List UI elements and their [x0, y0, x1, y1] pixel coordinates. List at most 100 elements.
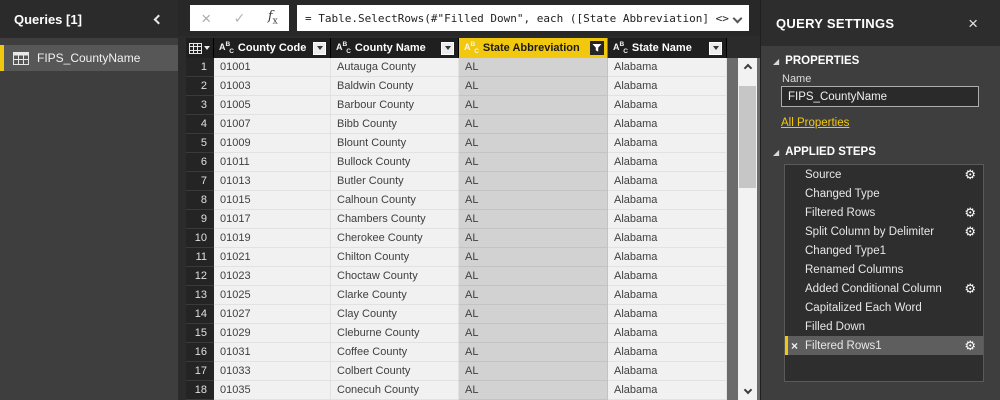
scrollbar-thumb[interactable] — [739, 86, 756, 188]
gear-icon[interactable]: ⚙ — [964, 206, 976, 219]
table-cell-county-code[interactable]: 01021 — [214, 248, 331, 267]
table-cell-county-code[interactable]: 01001 — [214, 58, 331, 77]
gear-icon[interactable]: ⚙ — [964, 282, 976, 295]
table-cell-county-name[interactable]: Calhoun County — [331, 191, 459, 210]
table-cell-state-abbreviation[interactable]: AL — [459, 134, 608, 153]
row-number[interactable]: 5 — [186, 134, 214, 153]
table-cell-state-abbreviation[interactable]: AL — [459, 210, 608, 229]
table-cell-county-name[interactable]: Butler County — [331, 172, 459, 191]
column-header-county-code[interactable]: ABC County Code — [214, 38, 331, 58]
table-cell-county-name[interactable]: Cleburne County — [331, 324, 459, 343]
table-cell-county-code[interactable]: 01023 — [214, 267, 331, 286]
applied-step-filled-down[interactable]: ×Filled Down — [785, 317, 983, 336]
table-cell-state-abbreviation[interactable]: AL — [459, 286, 608, 305]
applied-step-capitalized-each-word[interactable]: ×Capitalized Each Word — [785, 298, 983, 317]
row-number[interactable]: 3 — [186, 96, 214, 115]
row-number[interactable]: 11 — [186, 248, 214, 267]
table-cell-county-code[interactable]: 01005 — [214, 96, 331, 115]
table-cell-county-name[interactable]: Colbert County — [331, 362, 459, 381]
row-number[interactable]: 14 — [186, 305, 214, 324]
table-cell-county-code[interactable]: 01029 — [214, 324, 331, 343]
row-number[interactable]: 17 — [186, 362, 214, 381]
filter-icon[interactable] — [590, 41, 604, 55]
table-cell-state-abbreviation[interactable]: AL — [459, 172, 608, 191]
table-cell-state-abbreviation[interactable]: AL — [459, 115, 608, 134]
query-name-input[interactable] — [781, 86, 979, 107]
table-cell-state-name[interactable]: Alabama — [608, 191, 727, 210]
table-cell-county-code[interactable]: 01027 — [214, 305, 331, 324]
table-cell-state-abbreviation[interactable]: AL — [459, 343, 608, 362]
query-list-item[interactable]: FIPS_CountyName — [0, 45, 178, 71]
scroll-up-button[interactable] — [738, 58, 757, 78]
table-cell-state-name[interactable]: Alabama — [608, 134, 727, 153]
table-cell-state-name[interactable]: Alabama — [608, 210, 727, 229]
applied-steps-section-header[interactable]: ◢ APPLIED STEPS — [773, 146, 876, 158]
table-cell-county-name[interactable]: Coffee County — [331, 343, 459, 362]
formula-input[interactable]: = Table.SelectRows(#"Filled Down", each … — [297, 5, 749, 31]
table-cell-state-name[interactable]: Alabama — [608, 229, 727, 248]
table-cell-state-abbreviation[interactable]: AL — [459, 267, 608, 286]
applied-step-renamed-columns[interactable]: ×Renamed Columns — [785, 260, 983, 279]
gear-icon[interactable]: ⚙ — [964, 168, 976, 181]
table-cell-county-code[interactable]: 01003 — [214, 77, 331, 96]
applied-step-filtered-rows[interactable]: ×Filtered Rows⚙ — [785, 203, 983, 222]
table-cell-state-name[interactable]: Alabama — [608, 324, 727, 343]
gear-icon[interactable]: ⚙ — [964, 339, 976, 352]
row-number[interactable]: 16 — [186, 343, 214, 362]
table-cell-county-name[interactable]: Conecuh County — [331, 381, 459, 400]
row-number[interactable]: 10 — [186, 229, 214, 248]
table-cell-state-name[interactable]: Alabama — [608, 153, 727, 172]
applied-step-changed-type1[interactable]: ×Changed Type1 — [785, 241, 983, 260]
table-cell-state-name[interactable]: Alabama — [608, 362, 727, 381]
table-cell-county-code[interactable]: 01009 — [214, 134, 331, 153]
column-menu-button[interactable] — [441, 41, 454, 55]
column-menu-button[interactable] — [709, 41, 722, 55]
table-cell-county-code[interactable]: 01035 — [214, 381, 331, 400]
table-cell-county-name[interactable]: Bibb County — [331, 115, 459, 134]
table-cell-state-name[interactable]: Alabama — [608, 96, 727, 115]
column-menu-button[interactable] — [313, 41, 326, 55]
column-header-county-name[interactable]: ABC County Name — [331, 38, 459, 58]
table-cell-county-name[interactable]: Choctaw County — [331, 267, 459, 286]
row-number[interactable]: 13 — [186, 286, 214, 305]
table-cell-county-code[interactable]: 01011 — [214, 153, 331, 172]
table-cell-county-code[interactable]: 01031 — [214, 343, 331, 362]
table-cell-state-abbreviation[interactable]: AL — [459, 324, 608, 343]
table-cell-county-name[interactable]: Blount County — [331, 134, 459, 153]
table-cell-state-abbreviation[interactable]: AL — [459, 153, 608, 172]
table-cell-state-abbreviation[interactable]: AL — [459, 381, 608, 400]
collapse-pane-button[interactable] — [150, 11, 166, 27]
table-cell-county-code[interactable]: 01015 — [214, 191, 331, 210]
table-cell-state-name[interactable]: Alabama — [608, 77, 727, 96]
table-cell-county-name[interactable]: Chambers County — [331, 210, 459, 229]
table-cell-county-name[interactable]: Barbour County — [331, 96, 459, 115]
row-number[interactable]: 2 — [186, 77, 214, 96]
table-cell-county-code[interactable]: 01007 — [214, 115, 331, 134]
gear-icon[interactable]: ⚙ — [964, 225, 976, 238]
table-cell-state-name[interactable]: Alabama — [608, 58, 727, 77]
applied-step-changed-type[interactable]: ×Changed Type — [785, 184, 983, 203]
applied-step-added-conditional-column[interactable]: ×Added Conditional Column⚙ — [785, 279, 983, 298]
table-cell-state-abbreviation[interactable]: AL — [459, 77, 608, 96]
table-cell-state-abbreviation[interactable]: AL — [459, 305, 608, 324]
row-number[interactable]: 18 — [186, 381, 214, 400]
scroll-down-button[interactable] — [738, 380, 757, 400]
table-cell-state-abbreviation[interactable]: AL — [459, 191, 608, 210]
all-properties-link[interactable]: All Properties — [781, 117, 849, 129]
fx-icon[interactable]: fx — [268, 9, 278, 27]
vertical-scrollbar[interactable] — [738, 58, 757, 400]
table-cell-county-code[interactable]: 01033 — [214, 362, 331, 381]
table-cell-state-name[interactable]: Alabama — [608, 267, 727, 286]
table-cell-county-code[interactable]: 01013 — [214, 172, 331, 191]
delete-step-icon[interactable]: × — [791, 340, 798, 352]
table-cell-state-abbreviation[interactable]: AL — [459, 96, 608, 115]
table-cell-state-abbreviation[interactable]: AL — [459, 58, 608, 77]
commit-formula-icon[interactable]: ✓ — [234, 10, 246, 27]
row-number[interactable]: 1 — [186, 58, 214, 77]
select-all-corner[interactable] — [186, 38, 214, 58]
column-header-state-name[interactable]: ABC State Name — [608, 38, 727, 58]
table-cell-state-name[interactable]: Alabama — [608, 172, 727, 191]
applied-step-filtered-rows1[interactable]: × Filtered Rows1 ⚙ — [785, 336, 983, 355]
table-cell-county-code[interactable]: 01017 — [214, 210, 331, 229]
row-number[interactable]: 8 — [186, 191, 214, 210]
